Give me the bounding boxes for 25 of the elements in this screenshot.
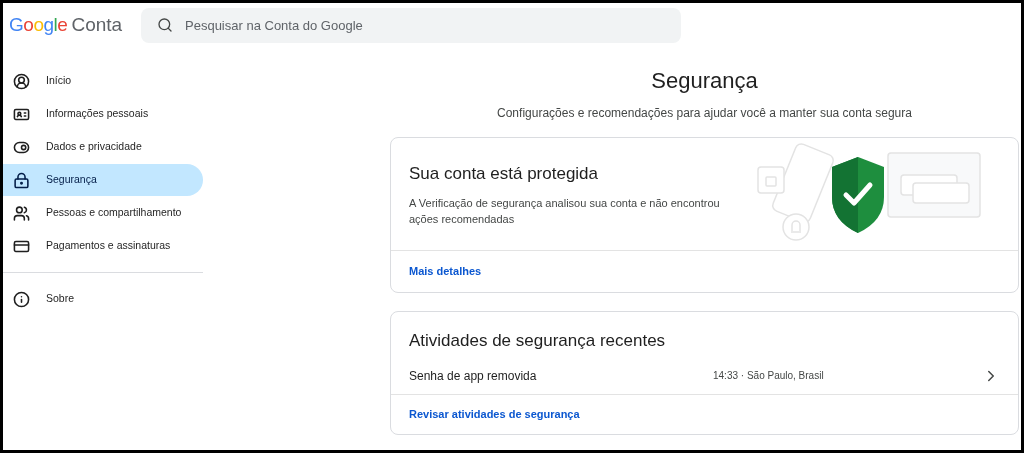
product-name: Conta [71, 12, 123, 37]
sidebar-item[interactable]: Dados e privacidade [3, 131, 203, 163]
people-icon [13, 204, 30, 222]
sidebar-item[interactable]: Início [3, 65, 203, 97]
sidebar-item[interactable]: Informações pessoais [3, 98, 203, 130]
review-activity-link[interactable]: Revisar atividades de segurança [409, 405, 580, 423]
activity-detail: 14:33 · São Paulo, Brasil [713, 369, 825, 383]
sidebar-item[interactable]: Pessoas e compartilhamento [3, 197, 203, 229]
card-description: A Verificação de segurança analisou sua conta e não encontrou ações recomendadas [409, 195, 721, 227]
search-field[interactable]: Pesquisar na Conta do Google [141, 7, 681, 43]
search-icon [157, 16, 173, 33]
google-logo[interactable]: Google [9, 10, 68, 40]
card-title: Atividades de segurança recentes [408, 330, 667, 352]
sidebar-item[interactable]: Pagamentos e assinaturas [3, 230, 203, 262]
sidebar-item[interactable]: Sobre [3, 283, 203, 315]
activity-row[interactable]: Senha de app removida 14:33 · São Paulo, Brasil [391, 357, 1018, 394]
card-title: Sua conta está protegida [409, 163, 600, 186]
person-circle-icon [13, 72, 30, 90]
page-subtitle: Configurações e recomendações para ajudar você a manter sua conta segura [496, 105, 913, 121]
details-link[interactable]: Mais detalhes [409, 263, 482, 280]
activity-name: Senha de app removida [409, 367, 538, 385]
info-icon [13, 290, 30, 308]
lock-icon [13, 171, 30, 189]
page-title: Segurança [650, 67, 759, 95]
sidebar-item[interactable]: Segurança [3, 164, 203, 196]
